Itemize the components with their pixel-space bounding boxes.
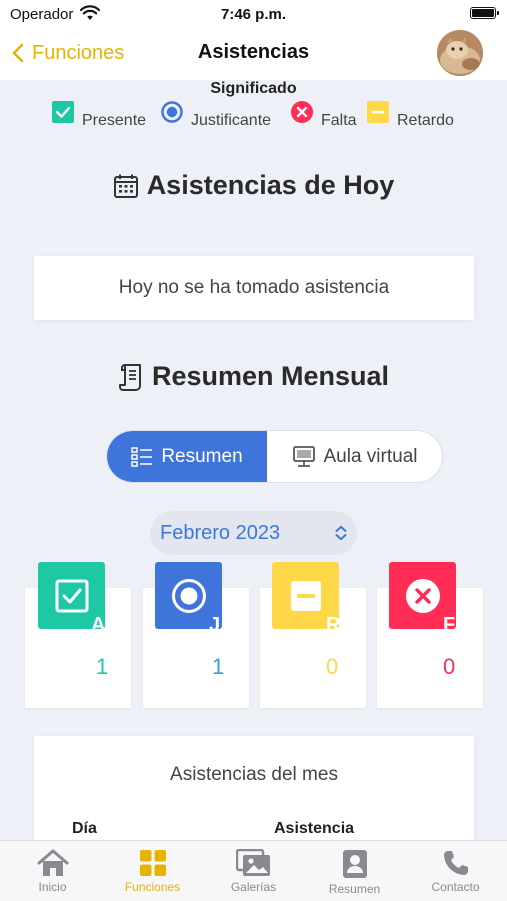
month-picker[interactable]: Febrero 2023 [150,511,357,555]
battery-icon [470,7,499,19]
stat-letter-justificantes: J [209,614,221,636]
tab-contacto[interactable]: Contacto [405,841,506,901]
today-section-title: Asistencias de Hoy [0,170,507,201]
today-status-card: Hoy no se ha tomado asistencia [34,256,474,320]
summary-segmented-control: Resumen Aula virtual [106,430,443,483]
cat-photo-icon [437,30,483,76]
status-bar: Operador 7:46 p.m. [0,0,507,28]
tab-funciones-label: Funciones [124,880,181,894]
tab-galerias[interactable]: Galerías [203,841,304,901]
summary-title-text: Resumen Mensual [151,361,390,391]
stat-letter-retardos: R [326,614,341,636]
tab-resumen-label: Resumen [161,445,243,467]
check-square-icon [52,101,74,123]
profile-card-icon [342,850,367,878]
legend-label-retardo: Retardo [397,112,454,129]
tab-resumen[interactable]: Resumen [107,431,267,482]
stat-value-faltas: 0 [443,654,456,679]
x-circle-icon [291,101,313,123]
column-header-dia: Día [72,820,97,837]
month-picker-value: Febrero 2023 [160,521,281,544]
legend-label-falta: Falta [321,112,357,129]
gallery-icon [235,849,270,876]
column-header-asistencia: Asistencia [274,820,355,837]
stat-value-asistencias: 1 [96,654,109,679]
chevron-left-icon [12,43,24,63]
calendar-icon [113,174,138,198]
tab-aula-virtual-label: Aula virtual [323,445,418,467]
today-message: Hoy no se ha tomado asistencia [118,277,390,298]
bottom-tab-bar: Inicio Funciones Galerías Resumen Contac… [0,840,507,901]
check-square-icon [55,579,88,612]
chevron-updown-icon [335,525,347,541]
monthly-attendance-card: Asistencias del mes Día Asistencia [34,736,474,856]
stat-letter-asistencias: A [91,614,106,636]
tab-inicio-label: Inicio [38,880,67,894]
phone-icon [443,851,468,875]
tab-contacto-label: Contacto [431,880,480,894]
tab-resumen-nav-label: Resumen [328,882,381,896]
back-button[interactable]: Funciones [12,38,124,68]
today-title-text: Asistencias de Hoy [146,170,395,200]
radio-dot-icon [161,101,183,123]
status-time: 7:46 p.m. [220,6,287,23]
checklist-icon [131,446,153,467]
radio-dot-icon [171,578,206,613]
legend-label-justificante: Justificante [191,112,272,129]
tab-funciones[interactable]: Funciones [102,841,203,901]
tab-galerias-label: Galerías [230,880,277,894]
tab-inicio[interactable]: Inicio [2,841,103,901]
tab-aula-virtual[interactable]: Aula virtual [267,431,442,482]
minus-square-icon [290,580,321,611]
stat-value-justificantes: 1 [212,654,225,679]
x-circle-icon [405,578,440,613]
avatar[interactable] [437,30,483,76]
legend-label-presente: Presente [82,112,147,129]
computer-icon [292,445,315,467]
navigation-bar: Funciones Asistencias [0,28,507,80]
grid-icon [139,850,166,876]
monthly-attendance-title: Asistencias del mes [170,764,338,785]
tab-resumen-nav[interactable]: Resumen [304,841,405,901]
scroll-icon [118,363,141,391]
home-icon [37,849,68,876]
legend-title: Significado [210,80,297,97]
back-label: Funciones [32,41,125,64]
stat-letter-faltas: F [443,614,456,636]
minus-square-icon [367,101,389,123]
summary-section-title: Resumen Mensual [0,361,507,392]
stat-value-retardos: 0 [326,654,339,679]
